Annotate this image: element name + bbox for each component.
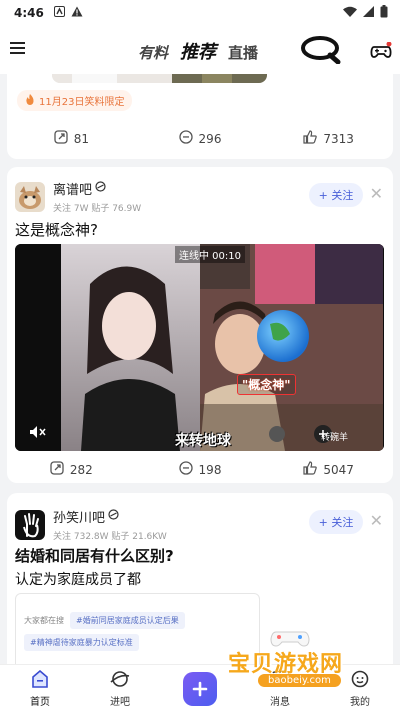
share-count: 282 xyxy=(69,462,93,477)
status-time: 4:46 xyxy=(14,6,44,20)
post-excerpt[interactable]: 认定为家庭成员了都 xyxy=(15,569,141,589)
follow-button[interactable]: + 关注 xyxy=(309,183,363,207)
post-header: 离谱吧 关注 7W 贴子 76.9W xyxy=(15,179,141,214)
post-title[interactable]: 结婚和同居有什么区别? xyxy=(15,545,174,566)
share-count: 81 xyxy=(73,131,89,146)
like-count: 7313 xyxy=(323,131,354,146)
username[interactable]: 离谱吧 xyxy=(53,179,92,198)
like-button[interactable]: 7313 xyxy=(264,130,393,147)
share-button[interactable]: 81 xyxy=(7,130,136,147)
video-caption: "概念神" xyxy=(237,374,296,395)
suggestion-label: 大家都在搜 xyxy=(24,616,64,625)
suggestion-tag[interactable]: #婚前同居家庭成员认定后果 xyxy=(70,612,185,629)
tab-home-label: 首页 xyxy=(30,696,50,708)
share-icon xyxy=(54,130,68,147)
post-stats: 282 198 5047 xyxy=(7,461,393,478)
live-badge: 连线中 00:10 xyxy=(175,246,245,263)
like-count: 5047 xyxy=(323,462,354,477)
comment-button[interactable]: 198 xyxy=(136,461,265,478)
warning-icon xyxy=(71,6,83,20)
comment-count: 198 xyxy=(198,462,222,477)
post-card[interactable]: 孙笑川吧 关注 732.8W 贴子 21.6KW + 关注 ✕ 结婚和同居有什么… xyxy=(7,493,393,664)
menu-icon[interactable] xyxy=(10,40,30,60)
share-button[interactable]: 282 xyxy=(7,461,136,478)
video-subtitle: 来转地球 xyxy=(175,433,231,449)
plus-icon xyxy=(183,671,217,706)
avatar[interactable] xyxy=(15,181,45,212)
suggestion-tag[interactable]: #精神虐待家庭暴力认定标准 xyxy=(24,634,139,651)
post-card-previous[interactable]: 11月23日笑料限定 81 296 7313 xyxy=(7,74,393,159)
video-player[interactable]: 连线中 00:10 "概念神" 来转地球 转碗羊 xyxy=(15,244,384,451)
share-icon xyxy=(50,461,64,478)
like-button[interactable]: 5047 xyxy=(264,461,393,478)
close-icon[interactable]: ✕ xyxy=(370,184,383,203)
username[interactable]: 孙笑川吧 xyxy=(53,507,105,526)
comment-icon xyxy=(178,461,193,478)
watermark-url: baobeiy.com xyxy=(258,674,341,687)
search-icon[interactable] xyxy=(298,36,346,68)
tab-home[interactable]: 首页 xyxy=(0,665,80,712)
post-stats: 81 296 7313 xyxy=(7,130,393,147)
tab-live[interactable]: 直播 xyxy=(228,42,258,63)
site-watermark: 宝贝游戏网 baobeiy.com xyxy=(222,631,372,696)
post-header: 孙笑川吧 关注 732.8W 贴子 21.6KW xyxy=(15,507,167,542)
planet-icon xyxy=(110,670,130,691)
wifi-icon xyxy=(343,6,357,20)
close-icon[interactable]: ✕ xyxy=(370,511,383,530)
app-notification-icon xyxy=(53,6,65,20)
verified-icon xyxy=(95,181,106,196)
follow-button[interactable]: + 关注 xyxy=(309,510,363,534)
status-bar: 4:46 xyxy=(0,0,400,26)
post-image[interactable] xyxy=(52,74,267,83)
verified-icon xyxy=(108,509,119,524)
tab-forums-label: 进吧 xyxy=(110,696,130,708)
mute-icon[interactable] xyxy=(29,424,47,443)
thumbs-up-icon xyxy=(303,130,318,147)
streamer-name: 转碗羊 xyxy=(320,433,348,443)
post-title[interactable]: 这是概念神? xyxy=(15,219,98,240)
comment-icon xyxy=(178,130,193,147)
video-frame xyxy=(15,244,384,451)
game-controller-icon[interactable] xyxy=(370,41,392,64)
feed-tabs: 有料 推荐 直播 xyxy=(138,38,258,64)
topic-pill-label: 11月23日笑料限定 xyxy=(39,97,125,108)
signal-icon xyxy=(363,6,374,20)
tab-forums[interactable]: 进吧 xyxy=(80,665,160,712)
tab-recommend[interactable]: 推荐 xyxy=(180,38,216,64)
comment-count: 296 xyxy=(198,131,222,146)
fire-icon xyxy=(25,93,35,108)
thumbs-up-icon xyxy=(303,461,318,478)
comment-button[interactable]: 296 xyxy=(136,130,265,147)
home-icon xyxy=(30,669,50,691)
user-meta: 关注 7W 贴子 76.9W xyxy=(53,204,142,214)
post-card[interactable]: 离谱吧 关注 7W 贴子 76.9W + 关注 ✕ 这是概念神? 连线中 00:… xyxy=(7,167,393,483)
avatar[interactable] xyxy=(15,509,45,540)
user-meta: 关注 732.8W 贴子 21.6KW xyxy=(53,532,167,542)
battery-icon xyxy=(380,5,388,21)
topic-pill[interactable]: 11月23日笑料限定 xyxy=(17,90,133,111)
top-nav: 有料 推荐 直播 xyxy=(0,26,400,74)
tab-youliao[interactable]: 有料 xyxy=(138,42,168,63)
feed: 11月23日笑料限定 81 296 7313 离谱吧 关注 7W 贴子 76.9… xyxy=(0,74,400,664)
